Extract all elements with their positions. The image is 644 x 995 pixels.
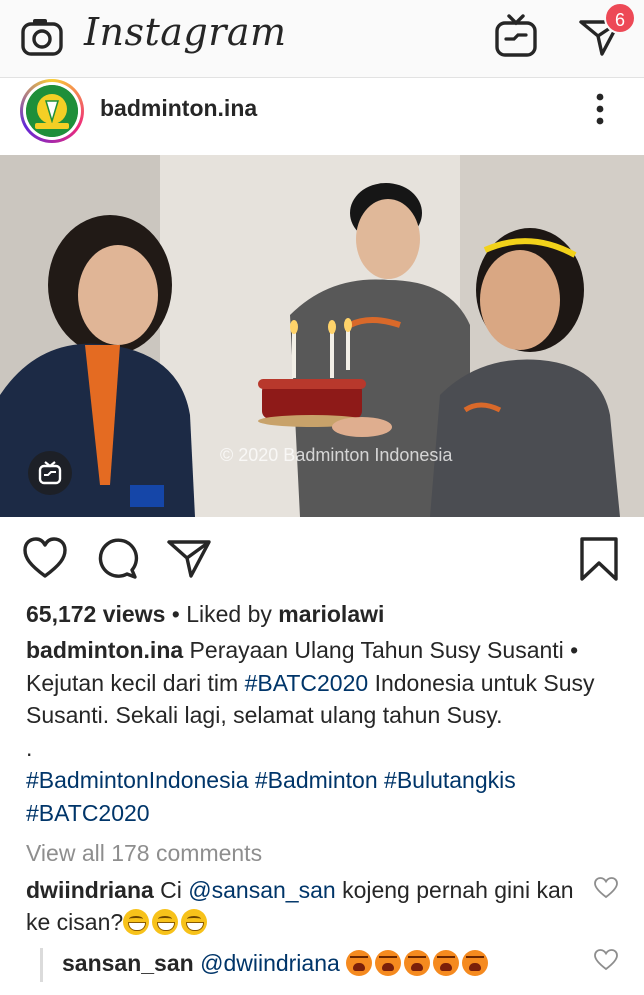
angry-emoji-icon xyxy=(346,950,373,976)
angry-emoji-icon xyxy=(375,950,402,976)
post-header: badminton.ina xyxy=(0,79,644,155)
grin-emoji-icon xyxy=(181,909,208,935)
hashtag[interactable]: #Badminton xyxy=(255,767,378,793)
top-app-bar: Instagram 6 xyxy=(0,0,644,78)
instagram-wordmark: Instagram xyxy=(84,10,287,54)
igtv-icon[interactable] xyxy=(494,14,538,58)
hashtag[interactable]: #BATC2020 xyxy=(26,800,150,826)
caption-dot: . xyxy=(26,734,33,761)
reply-thread-line xyxy=(40,948,43,982)
comment-mention[interactable]: @sansan_san xyxy=(188,877,335,903)
grin-emoji-icon xyxy=(152,909,179,935)
share-icon[interactable] xyxy=(166,536,212,582)
reply-mention[interactable]: @dwiindriana xyxy=(200,950,340,976)
reply-username[interactable]: sansan_san xyxy=(62,950,194,976)
comment-like-heart-icon[interactable] xyxy=(594,877,618,899)
video-watermark: © 2020 Badminton Indonesia xyxy=(220,445,453,465)
igtv-chip-icon[interactable] xyxy=(28,451,72,495)
post-video[interactable]: © 2020 Badminton Indonesia xyxy=(0,155,644,517)
reply-like-heart-icon[interactable] xyxy=(594,949,618,971)
post-actions xyxy=(0,530,644,588)
avatar[interactable] xyxy=(20,79,84,143)
post-username[interactable]: badminton.ina xyxy=(100,95,257,122)
caption-hashtags: #BadmintonIndonesia #Badminton #Bulutang… xyxy=(26,764,626,829)
pbsi-logo xyxy=(26,85,78,137)
angry-emoji-icon xyxy=(462,950,489,976)
more-options-icon[interactable] xyxy=(588,91,612,127)
caption-username[interactable]: badminton.ina xyxy=(26,637,183,663)
liked-by-prefix: • Liked by xyxy=(165,601,279,627)
liked-by-user[interactable]: mariolawi xyxy=(278,601,384,627)
comment-username[interactable]: dwiindriana xyxy=(26,877,154,903)
view-count[interactable]: 65,172 views xyxy=(26,601,165,627)
reply-comment: sansan_san @dwiindriana xyxy=(62,950,491,977)
angry-emoji-icon xyxy=(404,950,431,976)
view-all-comments-link[interactable]: View all 178 comments xyxy=(26,840,262,867)
camera-icon[interactable] xyxy=(20,16,64,60)
bookmark-icon[interactable] xyxy=(576,536,622,582)
hashtag[interactable]: #Bulutangkis xyxy=(384,767,516,793)
hashtag[interactable]: #BadmintonIndonesia xyxy=(26,767,249,793)
caption-hashtag[interactable]: #BATC2020 xyxy=(245,670,369,696)
view-count-line: 65,172 views • Liked by mariolawi xyxy=(26,601,384,628)
grin-emoji-icon xyxy=(123,909,150,935)
comment-icon[interactable] xyxy=(94,536,140,582)
post-caption: badminton.ina Perayaan Ulang Tahun Susy … xyxy=(26,634,626,829)
angry-emoji-icon xyxy=(433,950,460,976)
like-heart-icon[interactable] xyxy=(22,536,68,582)
comment: dwiindriana Ci @sansan_san kojeng pernah… xyxy=(26,874,586,938)
comment-text: Ci xyxy=(153,877,189,903)
direct-badge[interactable]: 6 xyxy=(604,2,636,34)
